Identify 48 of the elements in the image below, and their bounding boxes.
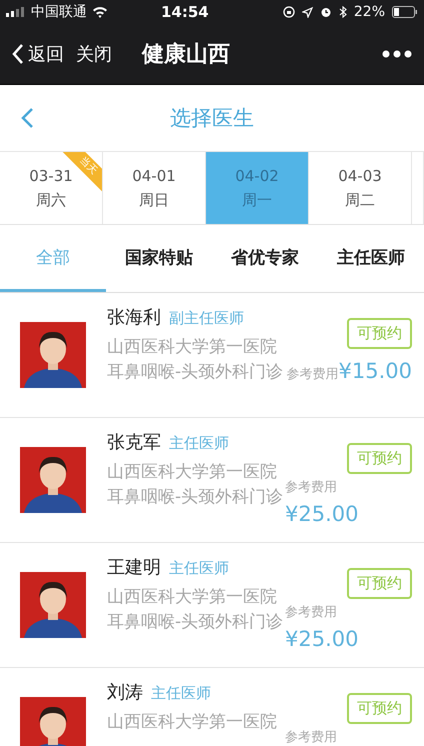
- back-icon[interactable]: [20, 107, 34, 129]
- department-name: 耳鼻咽喉-头颈外科门诊: [107, 486, 284, 509]
- rotation-lock-icon: [282, 6, 295, 18]
- signal-icon: [6, 7, 26, 17]
- close-button[interactable]: 关闭: [76, 42, 112, 66]
- fee-amount: ¥25.00: [285, 627, 358, 651]
- hospital-name: 山西医科大学第一医院: [107, 461, 278, 484]
- more-icon[interactable]: [382, 50, 412, 58]
- doctor-name: 刘涛: [107, 681, 143, 704]
- carrier-text: 中国联通: [31, 3, 87, 21]
- doctor-title: 主任医师: [169, 559, 229, 578]
- fee-label: 参考费用: [285, 604, 337, 621]
- app-title: 健康山西: [142, 41, 230, 69]
- doctor-title: 主任医师: [151, 684, 211, 703]
- doctor-title: 主任医师: [169, 434, 229, 453]
- fee-label: 参考费用: [285, 729, 337, 746]
- alarm-icon: [320, 6, 332, 18]
- doctor-title: 副主任医师: [169, 309, 244, 328]
- date-tab[interactable]: 04-03 周二: [309, 152, 412, 224]
- doctor-card[interactable]: 王建明 主任医师 山西医科大学第一医院 耳鼻咽喉-头颈外科门诊 可预约 参考费用 ¥25.00: [0, 543, 424, 668]
- back-chevron-icon: [12, 43, 24, 65]
- hospital-name: 山西医科大学第一医院: [107, 711, 278, 734]
- wifi-icon: [92, 6, 108, 18]
- department-name: 耳鼻咽喉-头颈外科门诊: [107, 611, 284, 634]
- fee-label: 参考费用: [285, 479, 337, 496]
- bluetooth-icon: [338, 6, 347, 18]
- fee-label: 参考费用: [286, 366, 339, 383]
- battery-percent: 22%: [354, 4, 385, 20]
- hospital-name: 山西医科大学第一医院: [107, 336, 278, 359]
- page-title: 选择医生: [170, 105, 254, 132]
- fee-amount: ¥25.00: [285, 502, 358, 526]
- category-tab[interactable]: 主任医师: [318, 225, 424, 292]
- hospital-name: 山西医科大学第一医院: [107, 586, 278, 609]
- category-tab[interactable]: 国家特贴: [106, 225, 212, 292]
- doctor-name: 张海利: [107, 306, 161, 329]
- doctor-name: 张克军: [107, 431, 161, 454]
- category-tab[interactable]: 省优专家: [212, 225, 318, 292]
- battery-icon: [392, 6, 418, 18]
- doctor-card[interactable]: 张克军 主任医师 山西医科大学第一医院 耳鼻咽喉-头颈外科门诊 可预约 参考费用 ¥25.00: [0, 418, 424, 543]
- doctor-card[interactable]: 刘涛 主任医师 山西医科大学第一医院 可预约 参考费用: [0, 668, 424, 746]
- back-button[interactable]: 返回: [12, 42, 64, 66]
- department-name: 耳鼻咽喉-头颈外科门诊: [107, 361, 284, 384]
- location-icon: [302, 6, 313, 18]
- fee-amount: ¥15.00: [338, 359, 412, 383]
- doctor-card[interactable]: 张海利 副主任医师 山西医科大学第一医院 耳鼻咽喉-头颈外科门诊 可预约 参考费用¥15.00: [0, 293, 424, 418]
- date-tab[interactable]: 03-31 周六 当天: [0, 152, 103, 224]
- clock-time: 14:54: [161, 3, 209, 21]
- doctor-name: 王建明: [107, 556, 161, 579]
